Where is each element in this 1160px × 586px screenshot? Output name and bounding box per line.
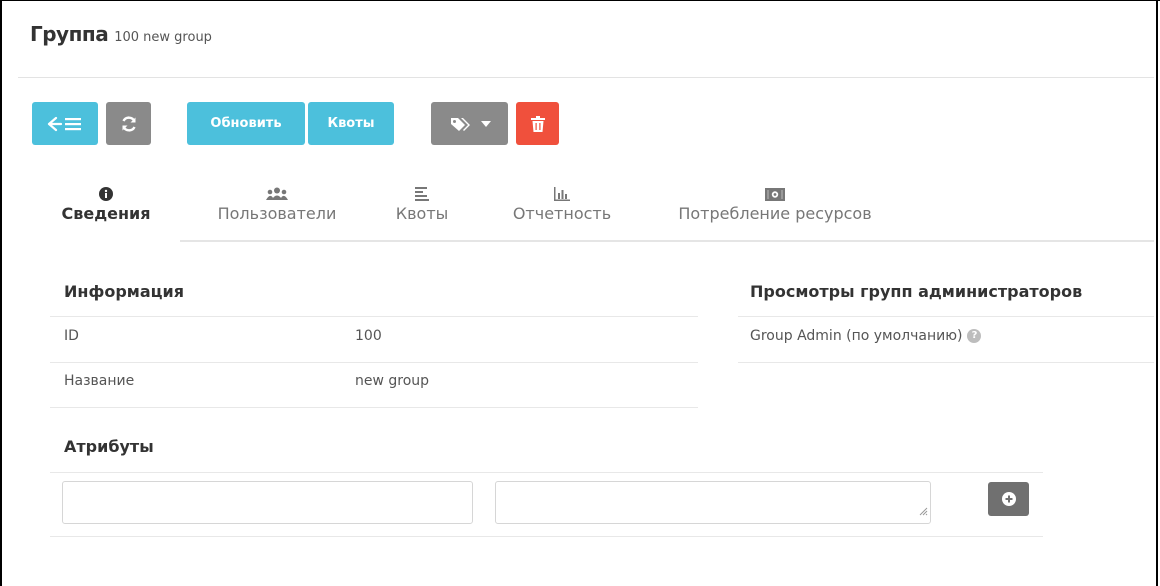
users-icon — [192, 186, 362, 200]
admin-view-item-label: Group Admin (по умолчанию) — [750, 328, 963, 344]
chevron-down-icon — [480, 120, 491, 127]
info-row-value: new group — [355, 373, 430, 389]
page-header: Группа 100 new group — [30, 22, 212, 62]
question-icon[interactable]: ? — [967, 329, 982, 343]
tab-quotas[interactable]: Квоты — [377, 180, 467, 240]
attributes-section-title: Атрибуты — [64, 437, 154, 456]
tab-reports-label: Отчетность — [512, 204, 612, 223]
info-divider — [50, 362, 698, 363]
refresh-icon — [120, 115, 138, 133]
align-left-icon — [377, 186, 467, 201]
header-divider — [18, 77, 1154, 78]
tags-icon — [449, 116, 473, 132]
info-divider-bottom — [50, 407, 698, 408]
tab-bar: Сведения Пользователи Квоты Отчетность П… — [32, 180, 1154, 242]
plus-circle-icon — [1001, 492, 1016, 506]
tab-quotas-label: Квоты — [395, 204, 449, 223]
attribute-value-textarea[interactable] — [495, 481, 931, 524]
page-subtitle: 100 new group — [114, 30, 212, 45]
arrow-left-list-icon — [47, 116, 83, 132]
info-row-value: 100 — [355, 328, 382, 344]
admin-views-divider-bottom — [738, 362, 1154, 363]
tab-info[interactable]: Сведения — [32, 180, 180, 240]
back-to-list-button[interactable] — [32, 102, 98, 145]
admin-views-section-title: Просмотры групп администраторов — [750, 282, 1083, 301]
attribute-name-input[interactable] — [62, 481, 473, 524]
tags-dropdown-button[interactable] — [431, 102, 508, 145]
update-button[interactable]: Обновить — [187, 102, 305, 145]
info-section-title: Информация — [64, 282, 184, 301]
tab-resource-consumption[interactable]: Потребление ресурсов — [660, 180, 890, 240]
trash-icon — [530, 115, 545, 132]
admin-views-divider-top — [738, 316, 1154, 317]
info-row-key: Название — [64, 373, 135, 389]
tab-info-label: Сведения — [61, 204, 151, 223]
admin-view-item: Group Admin (по умолчанию)? — [750, 328, 982, 344]
resize-handle-icon[interactable] — [919, 503, 928, 521]
add-attribute-button[interactable] — [988, 482, 1029, 516]
attributes-divider-top — [50, 472, 1043, 473]
delete-button[interactable] — [516, 102, 559, 145]
bar-chart-icon — [497, 186, 627, 201]
tab-users-label: Пользователи — [217, 204, 337, 223]
info-divider-top — [50, 316, 698, 317]
info-row-key: ID — [64, 328, 79, 344]
tab-users[interactable]: Пользователи — [192, 180, 362, 240]
window-border-right — [1156, 0, 1158, 586]
refresh-button[interactable] — [106, 102, 151, 145]
tab-reports[interactable]: Отчетность — [497, 180, 627, 240]
tab-resource-consumption-label: Потребление ресурсов — [678, 204, 872, 223]
attributes-divider-bottom — [50, 536, 1043, 537]
quotas-button[interactable]: Квоты — [308, 102, 394, 145]
tab-bar-underline — [180, 240, 1154, 242]
page-title: Группа — [30, 22, 109, 46]
info-icon — [32, 186, 180, 201]
money-icon — [660, 186, 890, 201]
